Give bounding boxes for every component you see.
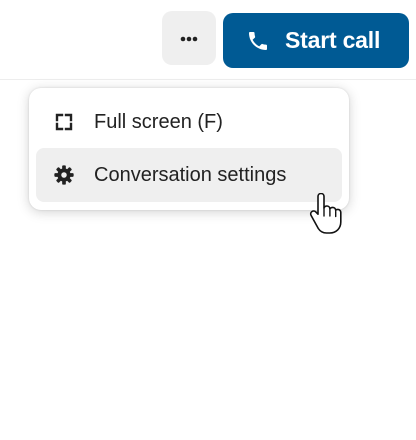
phone-icon	[245, 28, 271, 54]
menu-item-label: Full screen (F)	[94, 110, 223, 133]
menu-item-label: Conversation settings	[94, 163, 287, 186]
more-options-button[interactable]	[162, 11, 216, 65]
menu-item-conversation-settings[interactable]: Conversation settings	[36, 148, 342, 202]
gear-icon	[53, 164, 75, 186]
more-horizontal-icon	[180, 29, 198, 47]
overflow-menu: Full screen (F) Conversation settings	[29, 88, 349, 210]
start-call-button[interactable]: Start call	[223, 13, 409, 68]
header-divider	[0, 79, 416, 80]
hand-pointer-icon	[308, 192, 342, 235]
fullscreen-icon	[53, 111, 75, 133]
start-call-label: Start call	[285, 27, 381, 53]
menu-item-full-screen[interactable]: Full screen (F)	[36, 95, 342, 149]
